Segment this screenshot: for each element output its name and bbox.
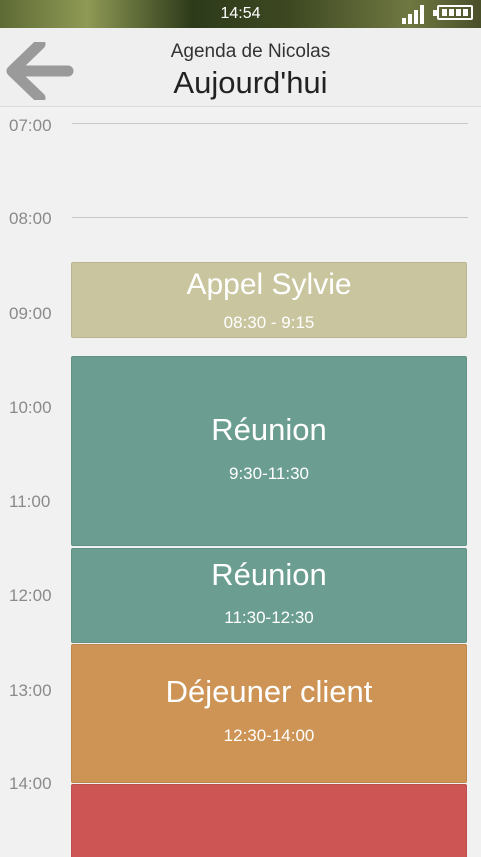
page-title: Aujourd'hui: [173, 65, 328, 100]
event-time: 08:30 - 9:15: [223, 313, 315, 332]
hour-line: [72, 123, 468, 124]
hour-label: 13:00: [9, 681, 52, 700]
status-bar: 14:54: [0, 0, 481, 28]
hour-label: 09:00: [9, 304, 52, 323]
event-reunion-noon[interactable]: Réunion 11:30-12:30: [71, 548, 467, 643]
hour-label: 14:00: [9, 774, 52, 793]
agenda-owner-subtitle: Agenda de Nicolas: [170, 41, 331, 62]
event-appel-sylvie[interactable]: Appel Sylvie 08:30 - 9:15: [71, 262, 467, 338]
hour-label: 12:00: [9, 586, 52, 605]
event-time: 12:30-14:00: [223, 726, 315, 745]
hour-label: 08:00: [9, 209, 52, 228]
day-schedule[interactable]: 07:00 08:00 09:00 10:00 11:00 12:00 13:0…: [0, 107, 481, 857]
battery-icon: [433, 5, 473, 20]
hour-label: 11:00: [9, 492, 51, 511]
arrow-left-icon: [6, 38, 74, 104]
event-title: Appel Sylvie: [186, 268, 352, 301]
event-title: Déjeuner client: [165, 674, 373, 709]
header: Agenda de Nicolas Aujourd'hui: [0, 28, 481, 107]
event-time: 11:30-12:30: [224, 608, 314, 627]
back-button[interactable]: [0, 38, 80, 104]
event-dejeuner-client[interactable]: Déjeuner client 12:30-14:00: [71, 644, 467, 783]
signal-icon: [402, 5, 426, 24]
hour-line: [72, 217, 468, 218]
event-time: 9:30-11:30: [228, 464, 310, 483]
event-afternoon[interactable]: [71, 784, 467, 857]
event-reunion-morning[interactable]: Réunion 9:30-11:30: [71, 356, 467, 546]
event-title: Réunion: [211, 557, 327, 592]
hour-label: 07:00: [9, 116, 52, 135]
event-title: Réunion: [211, 412, 327, 447]
hour-label: 10:00: [9, 398, 52, 417]
